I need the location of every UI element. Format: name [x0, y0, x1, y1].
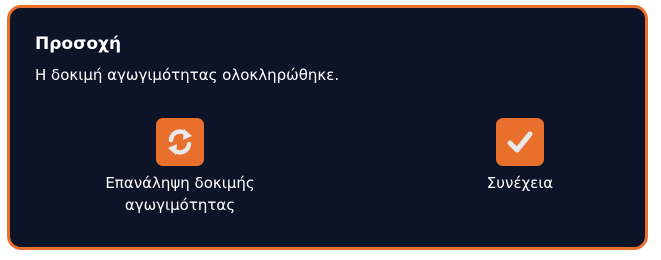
- checkmark-icon: [507, 131, 533, 153]
- retry-conductivity-test-button[interactable]: Επανάληψη δοκιμής αγωγιμότητας: [90, 118, 270, 216]
- refresh-icon: [168, 129, 192, 155]
- retry-label-line1: Επανάληψη δοκιμής: [105, 174, 255, 192]
- continue-icon-button[interactable]: [496, 118, 544, 166]
- dialog-message: Η δοκιμή αγωγιμότητας ολοκληρώθηκε.: [35, 66, 340, 84]
- continue-button[interactable]: Συνέχεια: [450, 118, 590, 194]
- retry-label: Επανάληψη δοκιμής αγωγιμότητας: [105, 172, 254, 216]
- retry-label-line2: αγωγιμότητας: [124, 196, 236, 214]
- alert-dialog: Προσοχή Η δοκιμή αγωγιμότητας ολοκληρώθη…: [7, 5, 648, 250]
- retry-icon-button[interactable]: [156, 118, 204, 166]
- continue-label: Συνέχεια: [486, 174, 554, 192]
- dialog-title: Προσοχή: [35, 34, 122, 54]
